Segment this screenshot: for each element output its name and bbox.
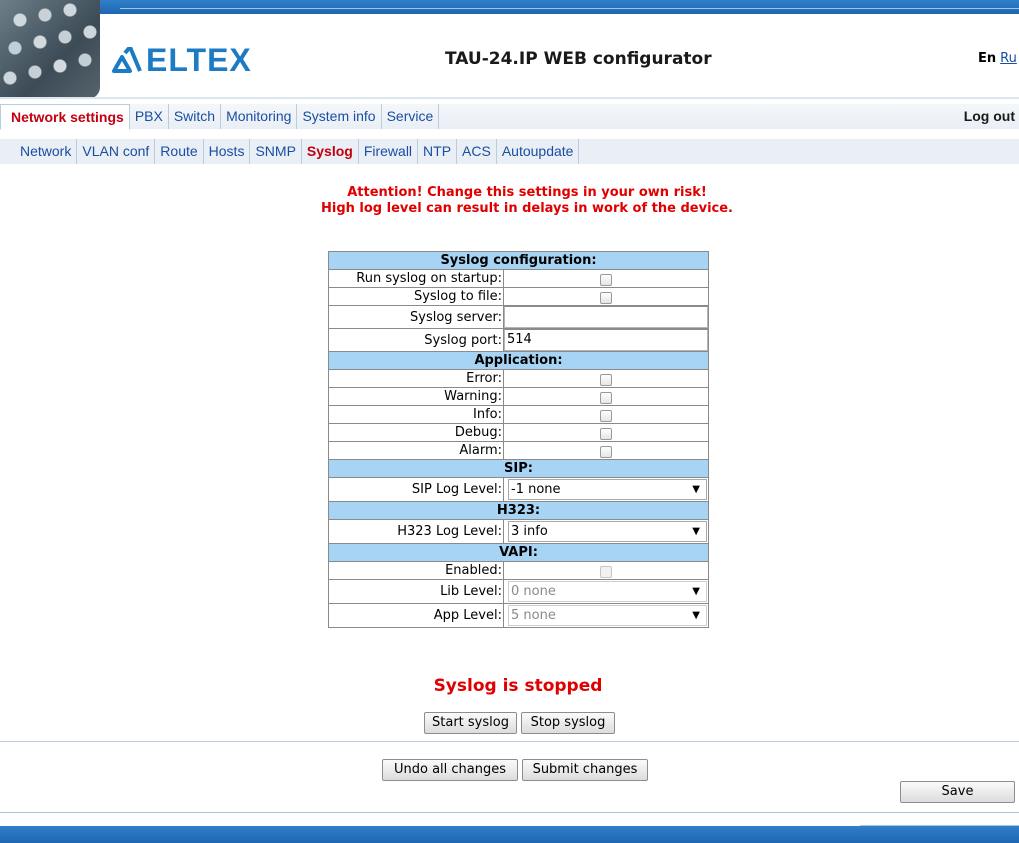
app-level-select[interactable]: 5 none ▼: [508, 605, 707, 626]
undo-all-changes-button[interactable]: Undo all changes: [382, 759, 518, 781]
error-checkbox[interactable]: [600, 373, 612, 386]
info-checkbox[interactable]: [600, 409, 612, 422]
tab-system-info[interactable]: System info: [297, 104, 382, 129]
warning-line-2: High log level can result in delays in w…: [321, 201, 733, 216]
h323-log-level-value: 3 info: [511, 524, 548, 539]
tab-switch[interactable]: Switch: [169, 104, 222, 129]
syslog-port-label: Syslog port:: [328, 328, 504, 352]
syslog-port-input[interactable]: 514: [504, 329, 708, 351]
tab-pbx[interactable]: PBX: [130, 104, 169, 129]
section-application: Application:: [328, 351, 709, 370]
logout-link[interactable]: Log out: [964, 104, 1015, 129]
debug-checkbox[interactable]: [600, 427, 612, 440]
h323-log-level-label: H323 Log Level:: [328, 519, 504, 544]
warning-message: Attention! Change this settings in your …: [0, 185, 1019, 217]
subtab-route[interactable]: Route: [155, 139, 204, 164]
app-title: TAU-24.IP WEB configurator: [445, 49, 712, 69]
section-h323: H323:: [328, 501, 709, 520]
error-label: Error:: [328, 369, 504, 388]
sip-log-level-value: -1 none: [511, 482, 561, 497]
tab-service[interactable]: Service: [382, 104, 440, 129]
section-sip: SIP:: [328, 459, 709, 478]
app-level-value: 5 none: [511, 608, 556, 623]
lang-ru-link[interactable]: Ru: [1000, 51, 1017, 66]
syslog-config-table: Syslog configuration: Run syslog on star…: [328, 251, 709, 628]
subtab-hosts[interactable]: Hosts: [204, 139, 251, 164]
footer-curve: [860, 813, 1019, 826]
stop-syslog-button[interactable]: Stop syslog: [521, 712, 615, 734]
lib-level-label: Lib Level:: [328, 579, 504, 604]
subtab-syslog[interactable]: Syslog: [302, 139, 359, 164]
main-nav: Network settings PBX Switch Monitoring S…: [0, 103, 1019, 130]
tab-network-settings[interactable]: Network settings: [0, 103, 130, 130]
subtab-vlan-conf[interactable]: VLAN conf: [77, 139, 156, 164]
subtab-autoupdate[interactable]: Autoupdate: [497, 139, 580, 164]
vapi-enabled-label: Enabled:: [328, 561, 504, 580]
run-on-startup-label: Run syslog on startup:: [328, 269, 504, 288]
chevron-down-icon: ▼: [692, 586, 700, 597]
eltex-logo-icon: [112, 47, 142, 73]
lang-en[interactable]: En: [978, 51, 996, 66]
save-button[interactable]: Save: [900, 781, 1015, 803]
phone-keypad-image: [0, 0, 100, 99]
subtab-network[interactable]: Network: [0, 139, 78, 164]
chevron-down-icon: ▼: [692, 484, 700, 495]
alarm-checkbox[interactable]: [600, 445, 612, 458]
header-swoosh: [120, 8, 1019, 21]
language-switcher: En Ru: [978, 51, 1017, 66]
debug-label: Debug:: [328, 423, 504, 442]
sip-log-level-select[interactable]: -1 none ▼: [508, 479, 707, 500]
info-label: Info:: [328, 405, 504, 424]
vapi-enabled-checkbox[interactable]: [600, 565, 612, 578]
sip-log-level-label: SIP Log Level:: [328, 477, 504, 502]
submit-changes-button[interactable]: Submit changes: [522, 759, 648, 781]
section-syslog-configuration: Syslog configuration:: [328, 251, 709, 270]
footer-bar: [0, 826, 1019, 843]
run-on-startup-checkbox[interactable]: [600, 273, 612, 286]
start-syslog-button[interactable]: Start syslog: [424, 712, 517, 734]
warning-checkbox[interactable]: [600, 391, 612, 404]
eltex-logo: ELTEX: [112, 43, 252, 77]
section-divider: [0, 741, 1019, 742]
lib-level-select[interactable]: 0 none ▼: [508, 581, 707, 602]
subtab-ntp[interactable]: NTP: [418, 139, 458, 164]
logo-text: ELTEX: [146, 42, 252, 78]
alarm-label: Alarm:: [328, 441, 504, 460]
section-vapi: VAPI:: [328, 543, 709, 562]
lib-level-value: 0 none: [511, 584, 556, 599]
subtab-snmp[interactable]: SNMP: [250, 139, 302, 164]
tab-monitoring[interactable]: Monitoring: [221, 104, 298, 129]
header-divider: [0, 97, 1019, 99]
subtab-acs[interactable]: ACS: [457, 139, 497, 164]
h323-log-level-select[interactable]: 3 info ▼: [508, 521, 707, 542]
chevron-down-icon: ▼: [692, 526, 700, 537]
warning-label: Warning:: [328, 387, 504, 406]
syslog-to-file-label: Syslog to file:: [328, 287, 504, 306]
syslog-to-file-checkbox[interactable]: [600, 291, 612, 304]
chevron-down-icon: ▼: [692, 610, 700, 621]
header: ELTEX TAU-24.IP WEB configurator En Ru: [0, 0, 1019, 100]
syslog-status: Syslog is stopped: [433, 676, 603, 696]
syslog-server-label: Syslog server:: [328, 305, 504, 329]
warning-line-1: Attention! Change this settings in your …: [347, 185, 707, 200]
app-level-label: App Level:: [328, 603, 504, 628]
subtab-firewall[interactable]: Firewall: [359, 139, 419, 164]
syslog-server-input[interactable]: [504, 306, 708, 328]
sub-nav: Network VLAN conf Route Hosts SNMP Syslo…: [0, 139, 1019, 164]
